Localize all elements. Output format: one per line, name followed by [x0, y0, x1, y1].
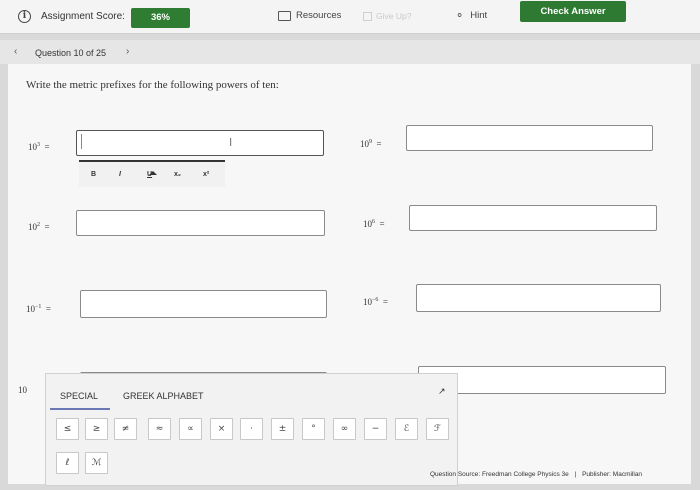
- power-label-6: 10−6 =: [363, 297, 388, 307]
- hint-label: Hint: [470, 10, 488, 21]
- underline-button[interactable]: U: [147, 171, 152, 178]
- symbol-dot[interactable]: ·: [240, 418, 263, 440]
- question-counter: Question 10 of 25: [35, 48, 107, 58]
- power-label-4: 106 =: [363, 219, 385, 229]
- symbol-times[interactable]: ×: [210, 418, 233, 440]
- answer-input-3[interactable]: [76, 210, 325, 236]
- symbol-proportional[interactable]: ∝: [179, 418, 202, 440]
- format-toolbar: B I U x₂ x²: [79, 160, 225, 187]
- active-tab-indicator: [50, 408, 110, 410]
- resources-label: Resources: [296, 10, 342, 21]
- subscript-button[interactable]: x₂: [174, 171, 181, 178]
- resources-icon: [278, 10, 291, 21]
- symbol-plus-minus[interactable]: ±: [271, 418, 294, 440]
- answer-input-5[interactable]: [80, 290, 327, 318]
- symbol-script-e[interactable]: ℰ: [395, 418, 418, 440]
- symbol-infinity[interactable]: ∞: [333, 418, 356, 440]
- expand-icon[interactable]: ↗: [438, 386, 446, 397]
- superscript-button[interactable]: x²: [203, 171, 209, 178]
- flag-icon: [363, 11, 372, 21]
- answer-input-6[interactable]: [416, 284, 661, 312]
- give-up-label: Give Up?: [376, 11, 412, 21]
- tab-special[interactable]: SPECIAL: [60, 391, 98, 401]
- question-panel: Write the metric prefixes for the follow…: [8, 64, 691, 486]
- chevron-left-icon[interactable]: ‹: [14, 46, 17, 57]
- symbol-greater-equal[interactable]: ≥: [85, 418, 108, 440]
- hint-button[interactable]: ⚬ Hint: [455, 9, 487, 22]
- score-label: Assignment Score:: [41, 11, 125, 22]
- chevron-right-icon[interactable]: ›: [126, 46, 129, 57]
- symbol-script-m[interactable]: ℳ: [85, 452, 108, 474]
- tab-greek-alphabet[interactable]: GREEK ALPHABET: [123, 391, 204, 401]
- check-answer-button[interactable]: Check Answer: [520, 1, 626, 22]
- info-icon[interactable]: i: [18, 10, 31, 23]
- answer-input-1[interactable]: I: [76, 130, 324, 156]
- ibeam-cursor-icon: I: [229, 136, 233, 149]
- answer-input-2[interactable]: [406, 125, 653, 151]
- resources-button[interactable]: Resources: [278, 10, 341, 21]
- power-label-3: 102 =: [28, 222, 50, 232]
- top-bar: i Assignment Score: 36% Resources Give U…: [0, 0, 700, 34]
- power-label-5: 10−1 =: [26, 304, 51, 314]
- symbol-palette: SPECIAL GREEK ALPHABET ↗ ≤ ≥ ≠ ≈ ∝ × · ±…: [45, 373, 458, 486]
- power-label-7: 10: [18, 385, 27, 395]
- text-cursor: [81, 134, 82, 149]
- question-prompt: Write the metric prefixes for the follow…: [26, 79, 279, 91]
- symbol-approx[interactable]: ≈: [148, 418, 171, 440]
- symbol-degree[interactable]: °: [302, 418, 325, 440]
- power-label-2: 109 =: [360, 139, 382, 149]
- assignment-score: i Assignment Score:: [18, 10, 125, 23]
- give-up-button[interactable]: Give Up?: [363, 11, 411, 21]
- symbol-script-l[interactable]: ℓ: [56, 452, 79, 474]
- question-nav: ‹ Question 10 of 25 ›: [0, 40, 700, 64]
- score-badge: 36%: [131, 8, 190, 28]
- symbol-not-equal[interactable]: ≠: [114, 418, 137, 440]
- answer-input-4[interactable]: [409, 205, 657, 231]
- question-source: Question Source: Freedman College Physic…: [430, 471, 643, 478]
- symbol-minus[interactable]: −: [364, 418, 387, 440]
- lightbulb-icon: ⚬: [455, 10, 465, 22]
- italic-button[interactable]: I: [119, 171, 121, 178]
- symbol-less-equal[interactable]: ≤: [56, 418, 79, 440]
- bold-button[interactable]: B: [91, 171, 96, 178]
- power-label-1: 103 =: [28, 142, 50, 152]
- symbol-script-f[interactable]: ℱ: [426, 418, 449, 440]
